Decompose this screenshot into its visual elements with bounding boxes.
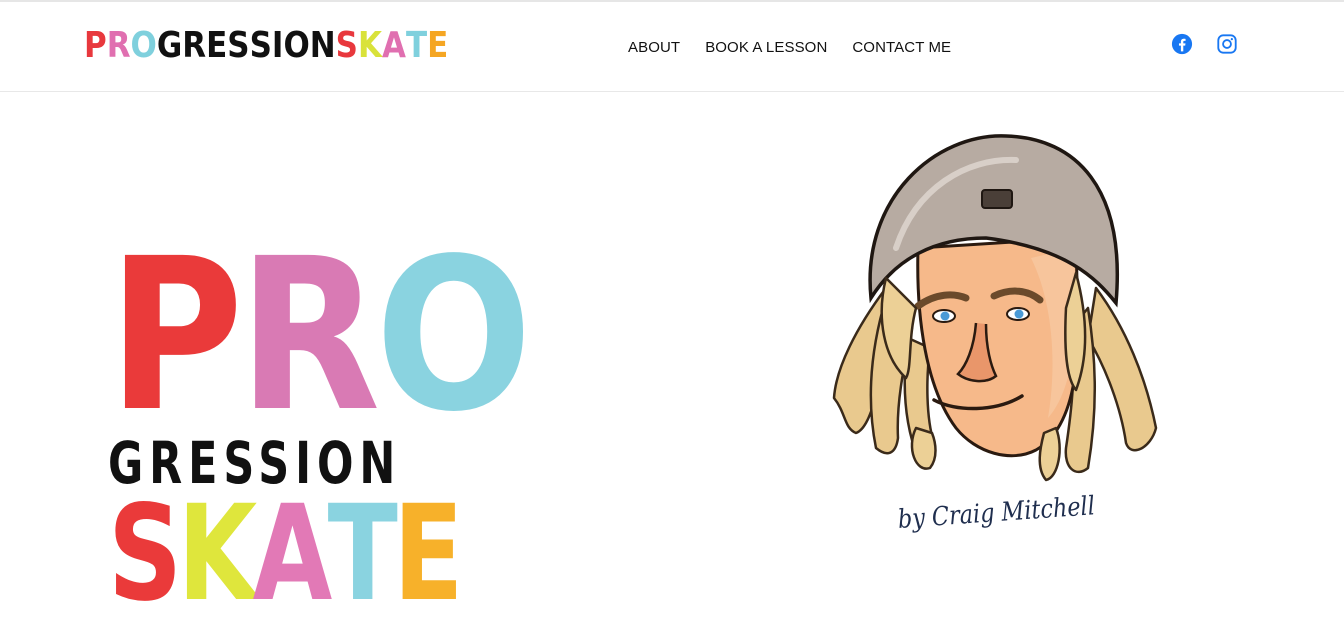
facebook-icon[interactable] <box>1171 33 1193 55</box>
logo-letter: O <box>130 25 157 66</box>
big-logo-pro-letter: P <box>108 213 243 458</box>
logo-letter: T <box>405 25 428 66</box>
logo-letter: S <box>227 25 250 66</box>
big-logo-pro-letter: R <box>238 213 380 458</box>
logo-letter: S <box>335 25 358 66</box>
big-logo-skate-letter: K <box>177 477 257 631</box>
nav-book-a-lesson[interactable]: BOOK A LESSON <box>705 36 827 60</box>
logo-letter: R <box>106 25 131 66</box>
main-nav: ABOUT BOOK A LESSON CONTACT ME <box>628 36 976 60</box>
big-logo-pro: PRO <box>108 213 532 458</box>
logo-letter: I <box>271 25 284 66</box>
big-logo-skate-letter: A <box>252 477 333 631</box>
logo-letter: P <box>84 25 107 66</box>
progression-skate-big-logo: PRO GRESSION SKATE <box>108 213 532 631</box>
nav-contact-me[interactable]: CONTACT ME <box>852 36 951 60</box>
logo-letter: G <box>156 25 183 66</box>
logo-letter: S <box>249 25 272 66</box>
big-logo-skate-letter: S <box>108 477 182 631</box>
instagram-icon[interactable] <box>1216 33 1238 55</box>
logo-letter: K <box>357 25 382 66</box>
craig-mitchell-caricature <box>832 134 1158 482</box>
big-logo-skate: SKATE <box>108 477 464 631</box>
logo-letter: N <box>309 25 336 66</box>
logo-letter: E <box>427 25 449 66</box>
site-header: PROGRESSIONSKATE ABOUT BOOK A LESSON CON… <box>0 2 1344 92</box>
logo-letter: E <box>206 25 228 66</box>
logo-letter: A <box>381 25 406 66</box>
big-logo-skate-letter: T <box>327 477 398 631</box>
logo-letter: O <box>283 25 310 66</box>
site-logo[interactable]: PROGRESSIONSKATE <box>84 24 448 68</box>
nav-about[interactable]: ABOUT <box>628 36 680 60</box>
big-logo-skate-letter: E <box>393 477 463 631</box>
logo-letter: R <box>182 25 207 66</box>
big-logo-pro-letter: O <box>375 213 532 458</box>
